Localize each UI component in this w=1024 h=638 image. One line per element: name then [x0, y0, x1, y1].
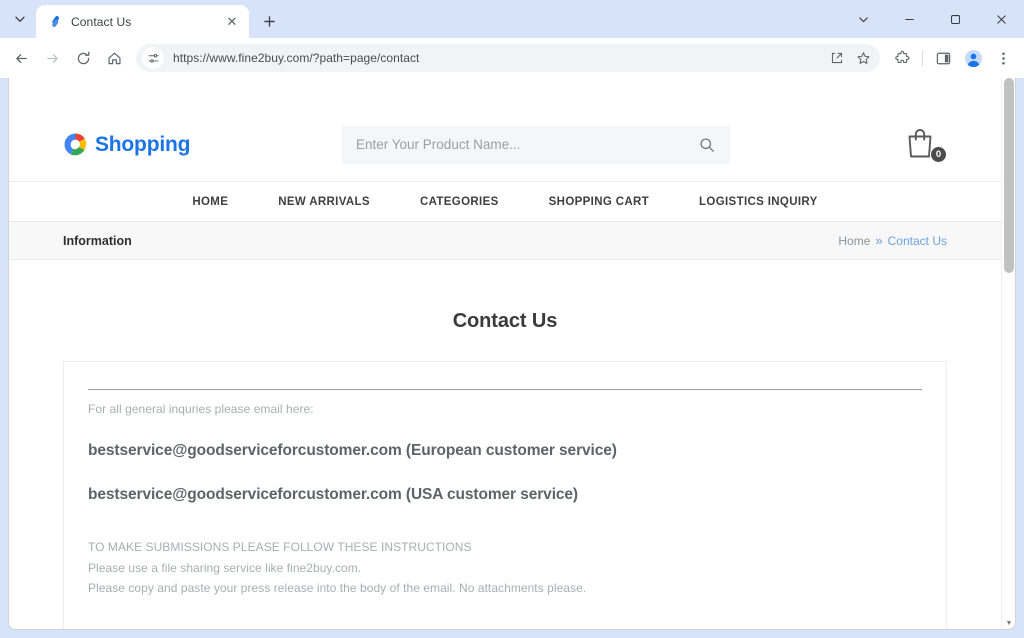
three-dot-menu-icon — [995, 50, 1012, 67]
url-text: https://www.fine2buy.com/?path=page/cont… — [164, 51, 825, 65]
chevron-down-icon — [14, 13, 26, 25]
contact-email-europe[interactable]: bestservice@goodserviceforcustomer.com (… — [88, 442, 922, 460]
maximize-icon — [950, 14, 961, 25]
cart-button[interactable]: 0 — [905, 126, 945, 164]
close-icon — [996, 14, 1007, 25]
section-divider — [88, 389, 922, 390]
breadcrumb-bar: Information Home » Contact Us — [9, 222, 1001, 260]
forward-arrow-icon — [44, 50, 61, 67]
intro-text: For all general inquries please email he… — [88, 402, 922, 416]
breadcrumb-separator-icon: » — [875, 233, 882, 248]
back-arrow-icon — [13, 50, 30, 67]
extensions-button[interactable] — [887, 43, 917, 73]
reload-button[interactable] — [68, 43, 98, 73]
nav-item-logistics-inquiry[interactable]: LOGISTICS INQUIRY — [674, 196, 843, 208]
browser-tab[interactable]: Contact Us ✕ — [36, 5, 249, 38]
side-panel-icon — [935, 50, 952, 67]
back-button[interactable] — [6, 43, 36, 73]
plus-icon — [263, 15, 276, 28]
contact-email-usa[interactable]: bestservice@goodserviceforcustomer.com (… — [88, 486, 922, 504]
shopping-logo-icon — [63, 132, 88, 157]
breadcrumb-current: Contact Us — [888, 234, 947, 248]
close-window-button[interactable] — [978, 0, 1024, 38]
nav-item-shopping-cart[interactable]: SHOPPING CART — [524, 196, 674, 208]
page-body: Contact Us For all general inquries plea… — [9, 310, 1001, 629]
site-logo[interactable]: Shopping — [63, 132, 190, 157]
profile-avatar[interactable] — [959, 44, 987, 72]
breadcrumb: Home » Contact Us — [838, 233, 947, 248]
instruction-heading: TO MAKE SUBMISSIONS PLEASE FOLLOW THESE … — [88, 537, 922, 558]
nav-item-categories[interactable]: CATEGORIES — [395, 196, 524, 208]
tab-title: Contact Us — [71, 15, 215, 29]
page-scrollbar[interactable]: ▼ — [1001, 78, 1015, 629]
share-icon[interactable] — [825, 46, 849, 70]
home-button[interactable] — [99, 43, 129, 73]
toolbar-divider — [922, 50, 923, 66]
instruction-line-1: Please use a file sharing service like f… — [88, 558, 922, 579]
side-panel-button[interactable] — [928, 43, 958, 73]
omnibox-actions — [825, 46, 875, 70]
browser-window: Contact Us ✕ — [0, 0, 1024, 638]
new-tab-button[interactable] — [255, 7, 283, 35]
site-logo-text: Shopping — [95, 133, 190, 157]
tab-strip: Contact Us ✕ — [0, 0, 1024, 38]
search-icon[interactable] — [696, 134, 718, 156]
web-page: Shopping 0 — [9, 78, 1001, 629]
contact-content-card: For all general inquries please email he… — [63, 361, 947, 629]
maximize-button[interactable] — [932, 0, 978, 38]
minimize-button[interactable] — [886, 0, 932, 38]
window-controls — [840, 0, 1024, 38]
tab-search-button[interactable] — [6, 5, 34, 33]
nav-item-new-arrivals[interactable]: NEW ARRIVALS — [253, 196, 395, 208]
section-title: Information — [63, 234, 132, 248]
browser-viewport: Shopping 0 — [8, 78, 1016, 630]
puzzle-piece-icon — [894, 50, 911, 67]
site-settings-icon[interactable] — [142, 47, 164, 69]
site-favicon-icon — [47, 14, 63, 30]
nav-item-home[interactable]: HOME — [167, 196, 253, 208]
profile-avatar-icon — [964, 49, 983, 68]
address-bar[interactable]: https://www.fine2buy.com/?path=page/cont… — [136, 44, 880, 72]
bookmark-star-icon[interactable] — [851, 46, 875, 70]
page-title: Contact Us — [63, 310, 947, 333]
forward-button[interactable] — [37, 43, 67, 73]
site-header: Shopping 0 — [9, 108, 1001, 182]
tab-list-chevron-button[interactable] — [840, 0, 886, 38]
scrollbar-down-arrow-icon[interactable]: ▼ — [1002, 620, 1016, 627]
main-navigation: HOME NEW ARRIVALS CATEGORIES SHOPPING CA… — [9, 182, 1001, 222]
minimize-icon — [904, 14, 915, 25]
chevron-down-icon — [858, 14, 869, 25]
home-icon — [106, 50, 123, 67]
tab-close-button[interactable]: ✕ — [223, 13, 241, 31]
product-search-box[interactable] — [342, 126, 730, 164]
breadcrumb-home-link[interactable]: Home — [838, 234, 870, 248]
instruction-line-2: Please copy and paste your press release… — [88, 578, 922, 599]
reload-icon — [75, 50, 92, 67]
cart-count-badge: 0 — [930, 146, 947, 163]
page-top-spacer — [9, 78, 1001, 108]
submission-instructions: TO MAKE SUBMISSIONS PLEASE FOLLOW THESE … — [88, 537, 922, 599]
search-input[interactable] — [356, 137, 696, 152]
scrollbar-thumb[interactable] — [1004, 78, 1014, 273]
browser-toolbar: https://www.fine2buy.com/?path=page/cont… — [0, 38, 1024, 78]
browser-menu-button[interactable] — [988, 43, 1018, 73]
